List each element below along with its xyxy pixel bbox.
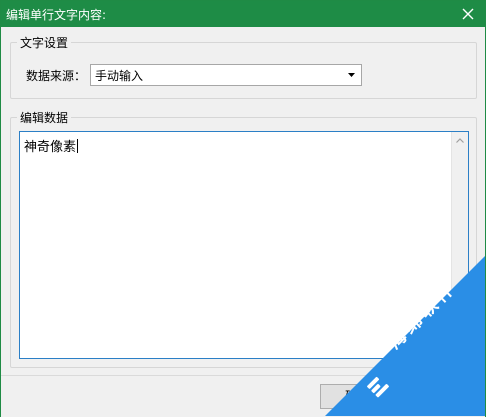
close-button[interactable] xyxy=(451,1,485,27)
text-caret xyxy=(77,139,79,153)
dialog-window: 编辑单行文字内容: 文字设置 数据来源： 手动输入 编辑数据 神奇像素 确定 海… xyxy=(0,0,486,417)
text-settings-group: 文字设置 数据来源： 手动输入 xyxy=(10,34,477,99)
edit-data-group: 编辑数据 神奇像素 xyxy=(10,109,477,368)
title-bar: 编辑单行文字内容: xyxy=(1,1,485,27)
data-source-select[interactable]: 手动输入 xyxy=(90,64,362,86)
close-icon xyxy=(462,8,474,20)
edit-data-legend: 编辑数据 xyxy=(17,109,72,126)
vertical-scrollbar[interactable] xyxy=(451,132,468,358)
data-source-value: 手动输入 xyxy=(95,69,144,83)
text-settings-legend: 文字设置 xyxy=(17,34,72,51)
chevron-down-icon xyxy=(348,73,355,77)
data-source-label: 数据来源： xyxy=(26,69,87,83)
content-text: 神奇像素 xyxy=(24,139,79,155)
content-textarea[interactable]: 神奇像素 xyxy=(19,131,469,359)
footer-bar: 确定 xyxy=(1,375,485,417)
window-title: 编辑单行文字内容: xyxy=(6,8,107,22)
scroll-up-icon[interactable] xyxy=(456,138,464,143)
confirm-button[interactable]: 确定 xyxy=(320,384,394,409)
